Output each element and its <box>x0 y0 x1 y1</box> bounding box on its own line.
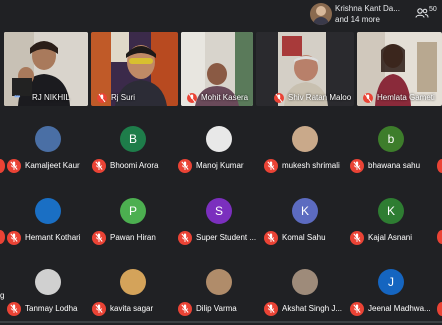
video-tile[interactable]: Mohit Kasera <box>181 32 253 106</box>
participant-name: Pawan Hiran <box>110 233 156 242</box>
mic-off-icon <box>92 231 106 245</box>
participant-cell[interactable]: kavita sagar <box>92 269 178 325</box>
mic-off-icon <box>264 231 278 245</box>
video-tile[interactable]: RJ NIKHIL ••• <box>4 32 88 106</box>
participant-name: Kamaljeet Kaur <box>25 161 80 170</box>
notification-title: Krishna Kant Da... <box>335 4 400 13</box>
avatar: B <box>120 126 146 152</box>
mic-off-icon <box>92 302 106 316</box>
participant-name: Dilip Varma <box>196 304 237 313</box>
avatar <box>206 269 232 295</box>
participant-name: Komal Sahu <box>282 233 326 242</box>
participant-cell[interactable]: J Jeenal Madhwa... <box>350 269 436 325</box>
participant-name: mukesh shrimali <box>282 161 340 170</box>
participant-cell[interactable]: K Kajal Asnani <box>350 198 436 254</box>
participant-name: Kajal Asnani <box>368 233 413 242</box>
avatar <box>292 126 318 152</box>
participant-name: Bhoomi Arora <box>110 161 159 170</box>
participant-cell[interactable]: K Komal Sahu <box>264 198 350 254</box>
people-count: 50 <box>429 6 437 13</box>
mic-off-icon <box>187 93 197 103</box>
join-notification[interactable]: Krishna Kant Da... and 14 more <box>308 2 412 28</box>
video-tile-name: Shiv Ratan Maloo <box>288 93 352 102</box>
participant-cell[interactable]: Akshat Singh J... <box>264 269 350 325</box>
mic-off-icon <box>178 231 192 245</box>
mic-off-icon <box>7 302 21 316</box>
mic-off-icon <box>264 302 278 316</box>
video-tile[interactable]: Rj Suri <box>91 32 178 106</box>
avatar <box>35 269 61 295</box>
avatar: b <box>378 126 404 152</box>
avatar <box>120 269 146 295</box>
participant-cell[interactable]: Tanmay Lodha <box>7 269 93 325</box>
participant-name: bhawana sahu <box>368 161 421 170</box>
avatar <box>206 126 232 152</box>
mic-off-icon <box>264 159 278 173</box>
video-tile[interactable]: Shiv Ratan Maloo <box>256 32 354 106</box>
participant-cell[interactable]: mukesh shrimali <box>264 126 350 182</box>
participant-name: Jeenal Madhwa... <box>368 304 431 313</box>
avatar <box>35 198 61 224</box>
participant-cell[interactable]: b bhawana sahu <box>350 126 436 182</box>
avatar: P <box>120 198 146 224</box>
participant-name: Tanmay Lodha <box>25 304 78 313</box>
participant-cell[interactable]: P Pawan Hiran <box>92 198 178 254</box>
mic-off-icon <box>350 159 364 173</box>
mic-off-icon <box>97 93 107 103</box>
video-tile-name: RJ NIKHIL <box>32 93 70 102</box>
video-tile-name: Hemlata Gameti <box>377 93 435 102</box>
participant-cell[interactable]: S Super Student ... <box>178 198 264 254</box>
mic-off-icon <box>274 93 284 103</box>
mic-off-icon <box>178 302 192 316</box>
participant-name: Akshat Singh J... <box>282 304 343 313</box>
avatar: K <box>292 198 318 224</box>
participant-cell[interactable]: Manoj Kumar <box>178 126 264 182</box>
participant-name: Manoj Kumar <box>196 161 244 170</box>
participant-cell[interactable]: Hemant Kothari <box>7 198 93 254</box>
avatar <box>292 269 318 295</box>
participant-cell[interactable]: Kamaljeet Kaur <box>7 126 93 182</box>
avatar: K <box>378 198 404 224</box>
video-tile-name: Mohit Kasera <box>201 93 249 102</box>
participant-name: Super Student ... <box>196 233 257 242</box>
mic-off-icon <box>0 230 5 244</box>
video-tile-name: Rj Suri <box>111 93 136 102</box>
notification-avatar <box>310 3 332 25</box>
participant-name: kavita sagar <box>110 304 154 313</box>
partial-name: g <box>0 291 5 300</box>
participant-cell[interactable]: B Bhoomi Arora <box>92 126 178 182</box>
participant-cell[interactable]: Dilip Varma <box>178 269 264 325</box>
mic-off-icon <box>178 159 192 173</box>
people-icon <box>415 8 429 18</box>
avatar <box>35 126 61 152</box>
more-dots-icon: ••• <box>14 92 20 101</box>
top-bar: Krishna Kant Da... and 14 more 50 <box>0 0 442 32</box>
avatar: J <box>378 269 404 295</box>
mic-off-icon <box>92 159 106 173</box>
mic-off-icon <box>350 231 364 245</box>
mic-off-icon <box>363 93 373 103</box>
mic-off-icon <box>350 302 364 316</box>
notification-subtitle: and 14 more <box>335 15 380 24</box>
mic-off-icon <box>7 159 21 173</box>
avatar: S <box>206 198 232 224</box>
video-tile[interactable]: Hemlata Gameti <box>357 32 442 106</box>
mic-off-icon <box>7 231 21 245</box>
participant-name: Hemant Kothari <box>25 233 81 242</box>
people-button[interactable]: 50 <box>414 4 440 24</box>
mic-off-icon <box>0 159 5 173</box>
